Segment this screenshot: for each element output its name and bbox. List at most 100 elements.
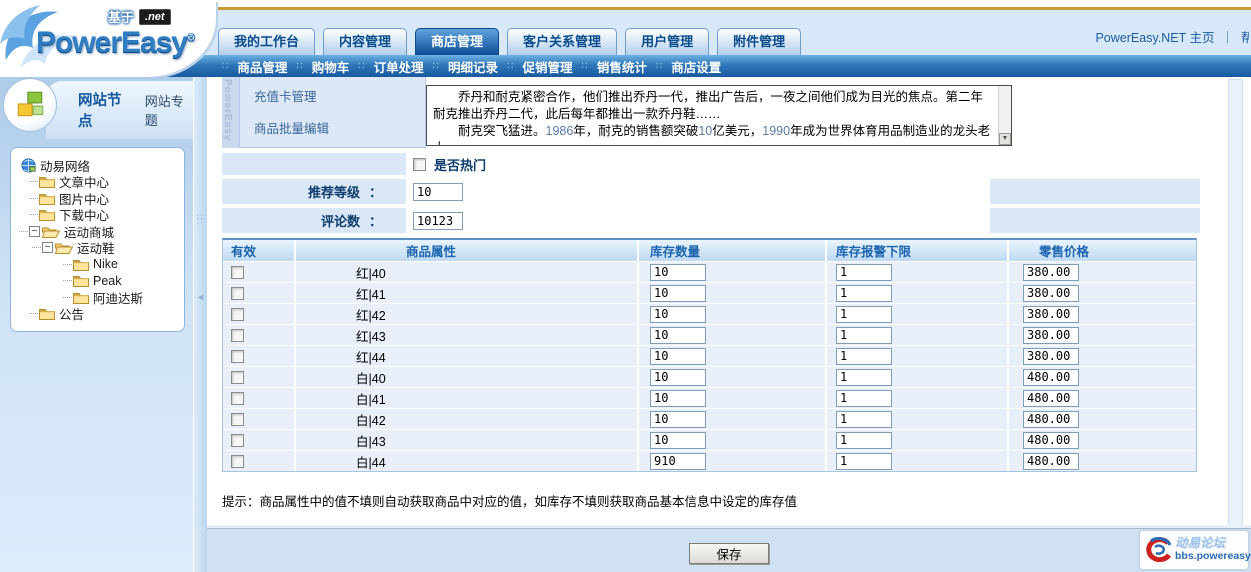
- stock-warning-limit-input[interactable]: [836, 390, 892, 407]
- stock-quantity-input[interactable]: [650, 348, 706, 365]
- stock-quantity-input[interactable]: [650, 432, 706, 449]
- stock-quantity-input[interactable]: [650, 327, 706, 344]
- stock-warning-limit-input[interactable]: [836, 306, 892, 323]
- collapse-icon[interactable]: −: [42, 242, 53, 253]
- links-separator: ｜: [1221, 27, 1234, 46]
- valid-cell: [223, 367, 296, 387]
- tree-item-Nike[interactable]: Nike: [19, 256, 182, 273]
- subnav-item-促销管理[interactable]: 促销管理: [522, 57, 572, 76]
- stock-warning-limit-input[interactable]: [836, 411, 892, 428]
- row-valid-checkbox[interactable]: [231, 266, 244, 279]
- stock-warning-limit-input[interactable]: [836, 264, 892, 281]
- table-body: 红|40红|41红|42红|43红|44白|40白|41白|42白|43白|44: [223, 261, 1196, 471]
- retail-price-cell: [1009, 346, 1192, 366]
- row-valid-checkbox[interactable]: [231, 434, 244, 447]
- collapse-icon[interactable]: −: [29, 226, 40, 237]
- is-hot-checkbox[interactable]: [413, 158, 426, 171]
- valid-cell: [223, 325, 296, 345]
- recommend-level-input[interactable]: [413, 183, 463, 201]
- tab-site-topics[interactable]: 网站专题: [145, 91, 193, 129]
- tree-item-动易网络[interactable]: 动易网络: [19, 157, 182, 174]
- stock-quantity-input[interactable]: [650, 411, 706, 428]
- stock-warning-limit-input[interactable]: [836, 432, 892, 449]
- top-tab-内容管理[interactable]: 内容管理: [323, 28, 407, 55]
- site-tree: 动易网络文章中心图片中心下载中心−运动商城−运动鞋NikePeak阿迪达斯公告: [10, 147, 185, 332]
- subnav-item-明细记录[interactable]: 明细记录: [448, 57, 498, 76]
- side-menu-item-商品批量编辑[interactable]: 商品批量编辑: [254, 118, 425, 137]
- hint-text: 提示：商品属性中的值不填则自动获取商品中对应的值，如库存不填则获取商品基本信息中…: [222, 491, 797, 510]
- tree-item-图片中心[interactable]: 图片中心: [19, 190, 182, 207]
- product-intro-editor[interactable]: 乔丹和耐克紧密合作，他们推出乔丹一代，推出广告后，一夜之间他们成为目光的焦点。第…: [426, 85, 1012, 146]
- subnav-marker-icon: ∷: [581, 61, 587, 72]
- retail-price-input[interactable]: [1023, 390, 1079, 407]
- retail-price-input[interactable]: [1023, 453, 1079, 470]
- stock-quantity-input[interactable]: [650, 390, 706, 407]
- row-valid-checkbox[interactable]: [231, 287, 244, 300]
- stock-warning-limit-input[interactable]: [836, 453, 892, 470]
- based-on-dotnet: 基于 .net: [108, 7, 171, 26]
- subnav-item-商品管理[interactable]: 商品管理: [237, 57, 287, 76]
- top-tab-客户关系管理[interactable]: 客户关系管理: [507, 28, 617, 55]
- subnav-item-购物车[interactable]: 购物车: [312, 57, 350, 76]
- subnav-item-销售统计[interactable]: 销售统计: [597, 57, 647, 76]
- row-valid-checkbox[interactable]: [231, 455, 244, 468]
- retail-price-input[interactable]: [1023, 432, 1079, 449]
- comment-count-input[interactable]: [413, 212, 463, 230]
- top-tab-用户管理[interactable]: 用户管理: [625, 28, 709, 55]
- forum-watermark[interactable]: 动易论坛 bbs.powereasy.net: [1140, 531, 1248, 569]
- tree-item-运动商城[interactable]: −运动商城: [19, 223, 182, 240]
- stock-warning-limit-input[interactable]: [836, 369, 892, 386]
- subnav-item-商店设置[interactable]: 商店设置: [671, 57, 721, 76]
- retail-price-input[interactable]: [1023, 285, 1079, 302]
- row-valid-checkbox[interactable]: [231, 350, 244, 363]
- tree-item-运动鞋[interactable]: −运动鞋: [19, 240, 182, 257]
- stock-quantity-input[interactable]: [650, 285, 706, 302]
- powereasy-home-link[interactable]: PowerEasy.NET 主页: [1095, 27, 1214, 46]
- editor-scrollbar[interactable]: ▼: [998, 86, 1011, 145]
- tree-item-公告[interactable]: 公告: [19, 306, 182, 323]
- attribute-cell: 白|42: [296, 409, 639, 429]
- retail-price-input[interactable]: [1023, 264, 1079, 281]
- row-valid-checkbox[interactable]: [231, 308, 244, 321]
- content-scrollbar-track[interactable]: [1228, 79, 1243, 528]
- top-tab-附件管理[interactable]: 附件管理: [717, 28, 801, 55]
- stock-warning-limit-input[interactable]: [836, 327, 892, 344]
- attribute-cell: 红|43: [296, 325, 639, 345]
- attribute-cell: 红|44: [296, 346, 639, 366]
- stock-quantity-input[interactable]: [650, 453, 706, 470]
- stock-quantity-input[interactable]: [650, 369, 706, 386]
- stock-warning-limit-cell: [827, 325, 1009, 345]
- top-tab-我的工作台[interactable]: 我的工作台: [218, 28, 315, 55]
- retail-price-input[interactable]: [1023, 411, 1079, 428]
- tab-site-nodes[interactable]: 网站节点: [78, 89, 132, 131]
- row-valid-checkbox[interactable]: [231, 392, 244, 405]
- tree-item-下载中心[interactable]: 下载中心: [19, 207, 182, 224]
- stock-warning-limit-input[interactable]: [836, 285, 892, 302]
- subnav-item-订单处理[interactable]: 订单处理: [374, 57, 424, 76]
- scroll-down-icon[interactable]: ▼: [999, 133, 1011, 145]
- help-link-partial[interactable]: 帮: [1241, 27, 1249, 46]
- retail-price-input[interactable]: [1023, 306, 1079, 323]
- tree-connector: [63, 280, 72, 281]
- retail-price-input[interactable]: [1023, 348, 1079, 365]
- comment-count-row: 评论数：: [222, 208, 1200, 233]
- side-menu-item-充值卡管理[interactable]: 充值卡管理: [254, 86, 425, 105]
- retail-price-input[interactable]: [1023, 369, 1079, 386]
- stock-warning-limit-input[interactable]: [836, 348, 892, 365]
- sidebar-splitter[interactable]: ∷∷ ◄: [193, 77, 207, 572]
- save-button[interactable]: 保存: [689, 543, 769, 564]
- tree-item-阿迪达斯[interactable]: 阿迪达斯: [19, 289, 182, 306]
- row-valid-checkbox[interactable]: [231, 371, 244, 384]
- hot-row-content: 是否热门: [406, 153, 1200, 175]
- retail-price-input[interactable]: [1023, 327, 1079, 344]
- stock-quantity-input[interactable]: [650, 264, 706, 281]
- table-row: 白|43: [223, 429, 1196, 450]
- stock-quantity-input[interactable]: [650, 306, 706, 323]
- folder-icon: [73, 291, 89, 304]
- row-valid-checkbox[interactable]: [231, 329, 244, 342]
- top-tab-商店管理[interactable]: 商店管理: [415, 28, 499, 55]
- row-valid-checkbox[interactable]: [231, 413, 244, 426]
- tree-item-Peak[interactable]: Peak: [19, 273, 182, 290]
- tree-indent: [19, 297, 63, 298]
- tree-item-文章中心[interactable]: 文章中心: [19, 174, 182, 191]
